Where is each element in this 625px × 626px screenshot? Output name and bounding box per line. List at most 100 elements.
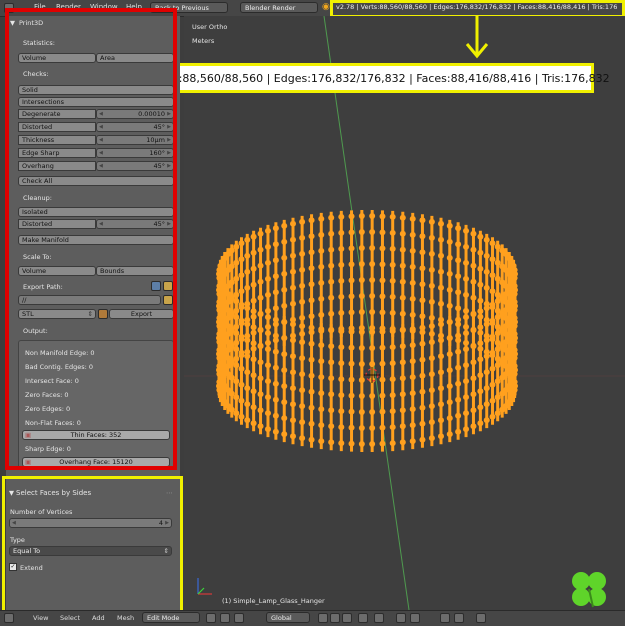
- solid-check-button[interactable]: Solid: [18, 85, 174, 95]
- overhang-face-button[interactable]: ▣ Overhang Face: 15120: [22, 457, 170, 467]
- mesh-bead: [494, 378, 501, 385]
- menu-render[interactable]: Render: [56, 3, 81, 11]
- menu-file[interactable]: File: [34, 3, 46, 11]
- top-header-bar: File Render Window Help Back to Previous…: [0, 0, 625, 17]
- mesh-bead: [389, 245, 396, 252]
- viewport-shading-icon[interactable]: [206, 613, 216, 623]
- view3d-editor-icon[interactable]: [4, 613, 14, 623]
- degenerate-value-field[interactable]: ◀ 0.00010 ▶: [96, 109, 174, 119]
- edge-select-icon[interactable]: [330, 613, 340, 623]
- mesh-bead: [238, 381, 245, 388]
- check-all-button[interactable]: Check All: [18, 176, 174, 186]
- mesh-bead: [438, 220, 444, 227]
- type-dropdown[interactable]: Equal To ⇕: [9, 546, 172, 556]
- manipulator-icon[interactable]: [234, 613, 244, 623]
- type-label: Type: [10, 536, 25, 544]
- face-select-icon[interactable]: [342, 613, 352, 623]
- mesh-bead: [470, 246, 477, 253]
- panel-collapse-icon[interactable]: ▼: [9, 489, 14, 497]
- mesh-bead: [264, 259, 271, 266]
- mode-dropdown[interactable]: Edit Mode: [142, 612, 200, 623]
- mesh-bead: [463, 378, 470, 385]
- menu-select[interactable]: Select: [60, 614, 80, 622]
- mesh-bead: [477, 265, 484, 272]
- num-vertices-field[interactable]: ◀ 4 ▶: [9, 518, 172, 528]
- mesh-bead: [446, 318, 453, 325]
- render-preview-icon[interactable]: [440, 613, 450, 623]
- volume-stat-button[interactable]: Volume: [18, 53, 96, 63]
- overhang-value-field[interactable]: ◀ 45° ▶: [96, 161, 174, 171]
- orientation-dropdown[interactable]: Global: [266, 612, 310, 623]
- mesh-bead: [358, 344, 365, 351]
- thin-faces-button[interactable]: ▣ Thin Faces: 352: [22, 430, 170, 440]
- overlay-icon[interactable]: [476, 613, 486, 623]
- output-box: Non Manifold Edge: 0 Bad Contig. Edges: …: [18, 340, 174, 470]
- drag-handle-icon[interactable]: ⋯: [166, 489, 173, 497]
- render-engine-dropdown[interactable]: Blender Render: [240, 2, 318, 13]
- mesh-bead: [257, 278, 264, 285]
- format-dropdown[interactable]: STL ⇕: [18, 309, 96, 319]
- edge-sharp-value-field[interactable]: ◀ 160° ▶: [96, 148, 174, 158]
- thickness-value-field[interactable]: ◀ 10µm ▶: [96, 135, 174, 145]
- mesh-bead: [369, 424, 376, 431]
- mesh-bead: [369, 309, 376, 316]
- browse-folder-icon[interactable]: [163, 295, 173, 305]
- render-animation-icon[interactable]: [454, 613, 464, 623]
- mesh-bead: [264, 291, 271, 298]
- panel-collapse-icon[interactable]: ▼: [10, 19, 15, 27]
- snap-icon[interactable]: [396, 613, 406, 623]
- back-to-previous-button[interactable]: Back to Previous: [150, 2, 228, 13]
- mesh-bead: [446, 334, 453, 341]
- menu-mesh[interactable]: Mesh: [117, 614, 134, 622]
- cleanup-distorted-button[interactable]: Distorted: [18, 219, 96, 229]
- export-path-input[interactable]: //: [18, 295, 161, 305]
- select-faces-by-sides-panel: ▼ Select Faces by Sides ⋯ Number of Vert…: [6, 478, 180, 610]
- menu-window[interactable]: Window: [90, 3, 118, 11]
- mesh-bead: [318, 390, 325, 397]
- 3d-viewport[interactable]: User Ortho Meters (1) Simple_Lamp_Glass_…: [184, 16, 625, 610]
- distorted-value-field[interactable]: ◀ 45° ▶: [96, 122, 174, 132]
- area-stat-button[interactable]: Area: [96, 53, 174, 63]
- isolated-button[interactable]: Isolated: [18, 207, 174, 217]
- edge-sharp-check-button[interactable]: Edge Sharp: [18, 148, 96, 158]
- scale-bounds-button[interactable]: Bounds: [96, 266, 174, 276]
- pivot-point-icon[interactable]: [220, 613, 230, 623]
- mesh-bead: [308, 329, 315, 336]
- mesh-bead: [257, 230, 264, 237]
- mesh-bead: [338, 309, 345, 316]
- overhang-check-button[interactable]: Overhang: [18, 161, 96, 171]
- make-manifold-button[interactable]: Make Manifold: [18, 235, 174, 245]
- mesh-bead: [419, 249, 426, 256]
- folder-icon[interactable]: [163, 281, 173, 291]
- menu-help[interactable]: Help: [126, 3, 142, 11]
- mesh-bead: [455, 289, 462, 296]
- eyedropper-icon[interactable]: [151, 281, 161, 291]
- scale-volume-button[interactable]: Volume: [18, 266, 96, 276]
- export-button[interactable]: Export: [109, 309, 174, 319]
- mesh-bead: [233, 291, 240, 298]
- distorted-check-button[interactable]: Distorted: [18, 122, 96, 132]
- proportional-edit-icon[interactable]: [374, 613, 384, 623]
- editor-type-icon[interactable]: [4, 3, 14, 13]
- thickness-check-button[interactable]: Thickness: [18, 135, 96, 145]
- snap-element-icon[interactable]: [410, 613, 420, 623]
- limit-selection-icon[interactable]: [358, 613, 368, 623]
- mesh-bead: [272, 289, 279, 296]
- mesh-bead: [428, 435, 435, 442]
- menu-add[interactable]: Add: [92, 614, 105, 622]
- degenerate-check-button[interactable]: Degenerate: [18, 109, 96, 119]
- mesh-bead: [281, 222, 288, 229]
- vertex-select-icon[interactable]: [318, 613, 328, 623]
- cleanup-distorted-value-field[interactable]: ◀ 45° ▶: [96, 219, 174, 229]
- mesh-bead: [290, 268, 296, 275]
- intersections-check-button[interactable]: Intersections: [18, 97, 174, 107]
- mesh-bead: [318, 247, 325, 254]
- panel-title: Print3D: [19, 19, 44, 27]
- mesh-bead: [250, 388, 257, 395]
- mesh-bead: [409, 358, 416, 365]
- extend-checkbox[interactable]: ✓: [9, 563, 17, 571]
- menu-view[interactable]: View: [33, 614, 48, 622]
- mesh-bead: [470, 310, 477, 317]
- mesh-bead: [389, 309, 396, 316]
- mesh-bead: [290, 385, 296, 392]
